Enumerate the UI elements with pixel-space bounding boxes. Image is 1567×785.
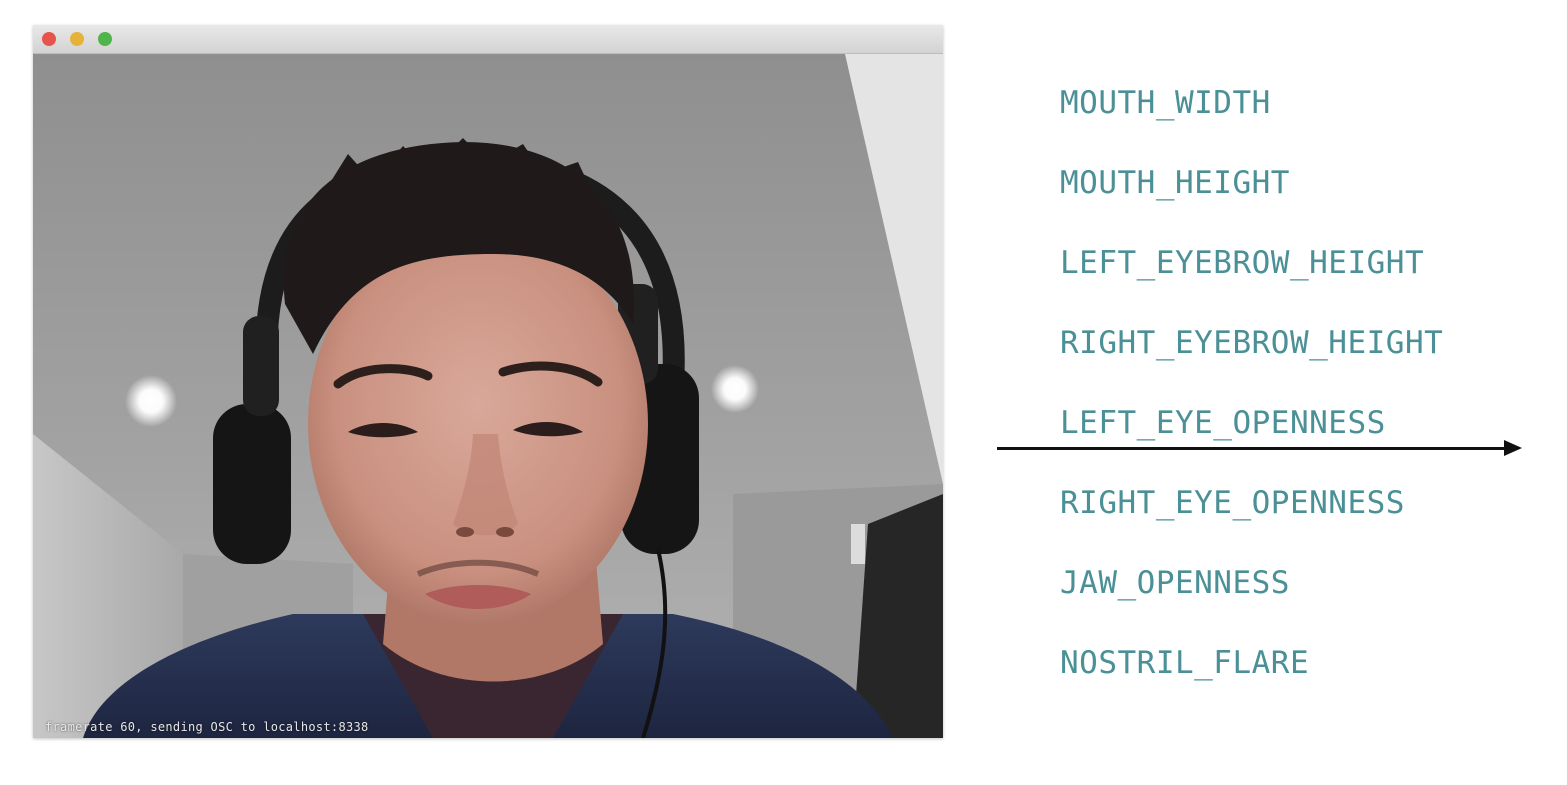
arrow-right-icon-shaft — [997, 447, 1505, 450]
figure: framerate 60, sending OSC to localhost:8… — [0, 0, 1567, 785]
feature-item-mouth-height: MOUTH_HEIGHT — [1060, 165, 1290, 201]
arrow-right-icon — [1504, 440, 1522, 456]
window-titlebar — [33, 25, 943, 54]
feature-item-jaw-openness: JAW_OPENNESS — [1060, 565, 1290, 601]
feature-item-right-eyebrow-height: RIGHT_EYEBROW_HEIGHT — [1060, 325, 1444, 361]
feature-item-mouth-width: MOUTH_WIDTH — [1060, 85, 1271, 121]
close-window-button[interactable] — [42, 32, 56, 46]
minimize-window-button[interactable] — [70, 32, 84, 46]
feature-item-left-eyebrow-height: LEFT_EYEBROW_HEIGHT — [1060, 245, 1425, 281]
feature-list: MOUTH_WIDTH MOUTH_HEIGHT LEFT_EYEBROW_HE… — [1060, 80, 1443, 720]
feature-item-nostril-flare: NOSTRIL_FLARE — [1060, 645, 1310, 681]
webcam-window: framerate 60, sending OSC to localhost:8… — [33, 25, 943, 738]
maximize-window-button[interactable] — [98, 32, 112, 46]
webcam-feed: framerate 60, sending OSC to localhost:8… — [33, 54, 943, 738]
feature-item-right-eye-openness: RIGHT_EYE_OPENNESS — [1060, 485, 1405, 521]
status-text: framerate 60, sending OSC to localhost:8… — [45, 720, 369, 734]
feature-item-left-eye-openness: LEFT_EYE_OPENNESS — [1060, 405, 1386, 441]
webcam-image — [33, 54, 943, 738]
